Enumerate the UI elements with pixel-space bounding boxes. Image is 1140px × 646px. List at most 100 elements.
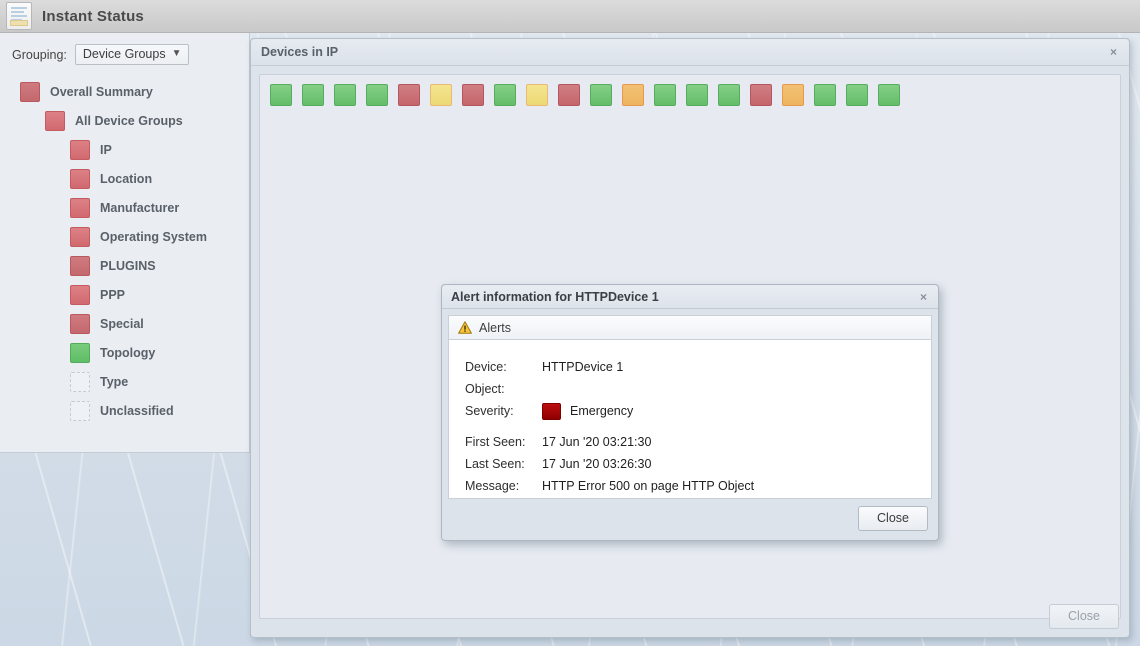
- sidebar-item-location[interactable]: Location: [0, 164, 249, 193]
- close-icon[interactable]: ×: [918, 291, 929, 303]
- device-tile[interactable]: [462, 84, 484, 106]
- device-group-tree: Overall Summary All Device Groups IP Locati…: [0, 77, 249, 425]
- alert-close-button[interactable]: Close: [858, 506, 928, 531]
- status-swatch-red: [70, 255, 90, 276]
- field-severity-label: Severity:: [465, 404, 514, 418]
- devices-close-button[interactable]: Close: [1049, 604, 1119, 629]
- device-tile[interactable]: [622, 84, 644, 106]
- device-tile[interactable]: [654, 84, 676, 106]
- tab-alerts-label: Alerts: [479, 320, 511, 335]
- status-swatch-empty: [70, 400, 90, 421]
- field-message: Message: HTTP Error 500 on page HTTP Obj…: [465, 475, 931, 497]
- sidebar-item-unclassified[interactable]: Unclassified: [0, 396, 249, 425]
- device-tile[interactable]: [430, 84, 452, 106]
- sidebar-item-overall-summary[interactable]: Overall Summary: [0, 77, 249, 106]
- device-tile[interactable]: [686, 84, 708, 106]
- grouping-selected-value: Device Groups: [82, 47, 166, 61]
- device-tile[interactable]: [590, 84, 612, 106]
- severity-color-swatch: [542, 402, 561, 420]
- devices-window-title: Devices in IP: [261, 45, 339, 59]
- document-icon: [6, 2, 32, 30]
- sidebar-item-label: PLUGINS: [100, 258, 156, 273]
- device-tile[interactable]: [494, 84, 516, 106]
- sidebar-item-all-device-groups[interactable]: All Device Groups: [0, 106, 249, 135]
- status-swatch-red2: [45, 110, 65, 131]
- close-icon[interactable]: ×: [1108, 46, 1119, 58]
- status-swatch-red2: [70, 284, 90, 305]
- device-tile[interactable]: [814, 84, 836, 106]
- sidebar-item-topology[interactable]: Topology: [0, 338, 249, 367]
- field-device-value: HTTPDevice 1: [542, 360, 624, 374]
- field-object-label: Object:: [465, 382, 505, 396]
- status-swatch-empty: [70, 371, 90, 392]
- status-swatch-green: [70, 342, 90, 363]
- page-title: Instant Status: [42, 7, 144, 25]
- chevron-down-icon: ▼: [171, 48, 182, 59]
- devices-window-titlebar: Devices in IP ×: [251, 39, 1129, 66]
- device-tile[interactable]: [302, 84, 324, 106]
- device-tile[interactable]: [398, 84, 420, 106]
- field-severity-value: Emergency: [570, 404, 634, 418]
- field-first-seen-label: First Seen:: [465, 435, 526, 449]
- status-swatch-red2: [70, 168, 90, 189]
- device-tile[interactable]: [558, 84, 580, 106]
- devices-window-footer: Close: [1049, 604, 1119, 629]
- grouping-row: Grouping: Device Groups ▼: [0, 33, 249, 65]
- warning-triangle-icon: [458, 321, 472, 334]
- sidebar-item-label: Overall Summary: [50, 84, 153, 99]
- sidebar-item-label: Special: [100, 316, 144, 331]
- grouping-label: Grouping:: [12, 47, 67, 62]
- alert-dialog-footer: Close: [858, 506, 928, 531]
- sidebar-item-label: All Device Groups: [75, 113, 183, 128]
- sidebar-item-ip[interactable]: IP: [0, 135, 249, 164]
- sidebar-item-special[interactable]: Special: [0, 309, 249, 338]
- field-message-label: Message:: [465, 479, 520, 493]
- status-swatch-red2: [70, 139, 90, 160]
- device-tile[interactable]: [334, 84, 356, 106]
- sidebar-item-operating-system[interactable]: Operating System: [0, 222, 249, 251]
- field-last-seen-value: 17 Jun '20 03:26:30: [542, 457, 652, 471]
- device-tile-grid: [260, 75, 1120, 115]
- device-tile[interactable]: [878, 84, 900, 106]
- field-object: Object:: [465, 378, 931, 400]
- grouping-select[interactable]: Device Groups ▼: [74, 44, 189, 65]
- status-swatch-red: [70, 313, 90, 334]
- sidebar-item-label: Unclassified: [100, 403, 174, 418]
- sidebar-item-label: Type: [100, 374, 129, 389]
- device-tile[interactable]: [718, 84, 740, 106]
- field-device-label: Device:: [465, 360, 507, 374]
- device-tile[interactable]: [526, 84, 548, 106]
- sidebar-item-plugins[interactable]: PLUGINS: [0, 251, 249, 280]
- field-severity-value-group: Emergency: [542, 402, 634, 420]
- sidebar-item-label: Operating System: [100, 229, 207, 244]
- sidebar-item-manufacturer[interactable]: Manufacturer: [0, 193, 249, 222]
- field-last-seen: Last Seen: 17 Jun '20 03:26:30: [465, 453, 931, 475]
- alert-dialog-titlebar: Alert information for HTTPDevice 1 ×: [442, 285, 938, 309]
- status-swatch-red: [20, 81, 40, 102]
- sidebar-item-label: PPP: [100, 287, 126, 302]
- field-device: Device: HTTPDevice 1: [465, 356, 931, 378]
- device-tile[interactable]: [750, 84, 772, 106]
- sidebar-item-ppp[interactable]: PPP: [0, 280, 249, 309]
- field-severity: Severity: Emergency: [465, 400, 931, 422]
- field-message-value: HTTP Error 500 on page HTTP Object: [542, 479, 755, 493]
- alert-details-panel: Device: HTTPDevice 1 Object: Severity: E…: [448, 339, 932, 499]
- status-swatch-red2: [70, 197, 90, 218]
- sidebar-item-label: Location: [100, 171, 153, 186]
- sidebar-item-label: Topology: [100, 345, 156, 360]
- device-tile[interactable]: [366, 84, 388, 106]
- device-tile[interactable]: [782, 84, 804, 106]
- sidebar-item-label: IP: [100, 142, 112, 157]
- alert-dialog-title: Alert information for HTTPDevice 1: [451, 289, 659, 304]
- field-first-seen: First Seen: 17 Jun '20 03:21:30: [465, 431, 931, 453]
- device-tile[interactable]: [270, 84, 292, 106]
- sidebar: Grouping: Device Groups ▼ Overall Summar…: [0, 33, 250, 453]
- status-swatch-red2: [70, 226, 90, 247]
- app-titlebar: Instant Status: [0, 0, 1140, 33]
- device-tile[interactable]: [846, 84, 868, 106]
- sidebar-item-type[interactable]: Type: [0, 367, 249, 396]
- sidebar-item-label: Manufacturer: [100, 200, 180, 215]
- alert-information-dialog: Alert information for HTTPDevice 1 × Ale…: [441, 284, 939, 541]
- field-first-seen-value: 17 Jun '20 03:21:30: [542, 435, 652, 449]
- tab-alerts[interactable]: Alerts: [448, 315, 932, 339]
